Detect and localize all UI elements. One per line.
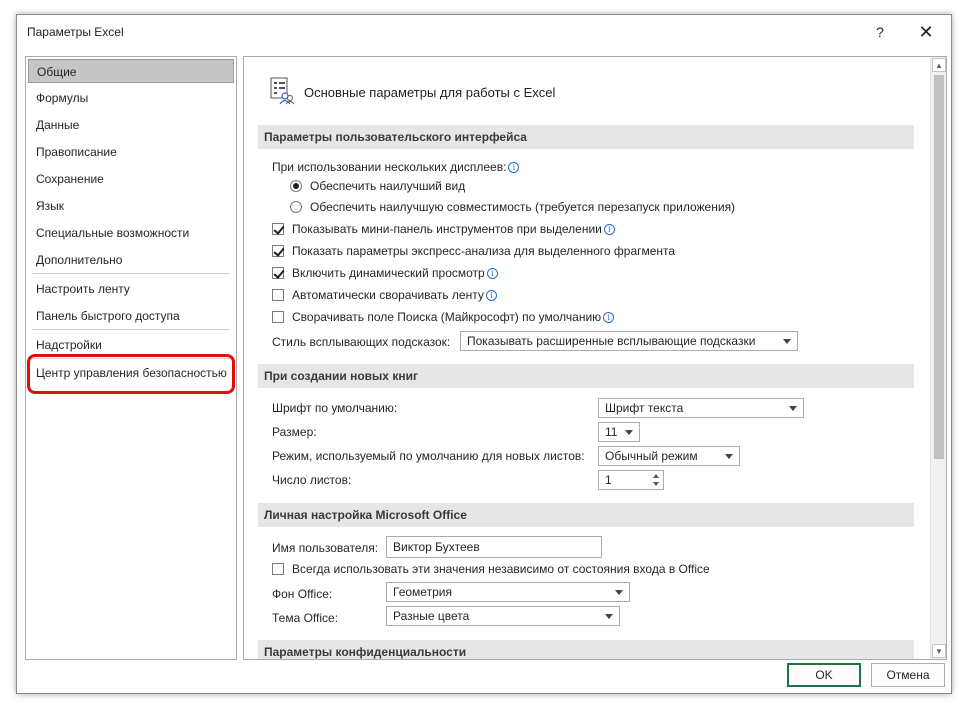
sheet-count-stepper[interactable]: 1 <box>598 470 664 490</box>
username-input[interactable]: Виктор Бухтеев <box>386 536 602 558</box>
font-size-dropdown[interactable]: 11 <box>598 422 640 442</box>
spin-up-icon[interactable] <box>653 474 659 478</box>
info-icon: i <box>485 290 497 301</box>
section-ui-options: Параметры пользовательского интерфейса <box>258 125 914 149</box>
username-label: Имя пользователя: <box>272 541 379 555</box>
chevron-down-icon <box>605 614 613 619</box>
help-button[interactable]: ? <box>867 21 893 43</box>
scroll-down-icon[interactable]: ▼ <box>932 644 946 658</box>
section-new-workbooks: При создании новых книг <box>258 364 914 388</box>
nav-divider <box>32 273 230 274</box>
office-background-dropdown[interactable]: Геометрия <box>386 582 630 602</box>
chevron-down-icon <box>789 406 797 411</box>
font-size-value: 11 <box>605 425 618 439</box>
default-view-value: Обычный режим <box>605 449 698 463</box>
close-button[interactable]: ✕ <box>913 21 939 43</box>
tooltip-style-label: Стиль всплывающих подсказок: <box>272 335 451 349</box>
chevron-down-icon <box>625 430 633 435</box>
nav-item-customize-ribbon[interactable]: Настроить ленту <box>26 277 236 301</box>
tooltip-style-value: Показывать расширенные всплывающие подск… <box>467 334 756 348</box>
checkbox-collapse-ribbon[interactable] <box>272 289 284 301</box>
live-preview-label: Включить динамический просмотр i <box>292 266 498 280</box>
nav-item-proofing[interactable]: Правописание <box>26 140 236 164</box>
general-options-icon <box>270 77 295 105</box>
dialog-title: Параметры Excel <box>27 25 124 39</box>
default-font-dropdown[interactable]: Шрифт текста <box>598 398 804 418</box>
checkbox-always-use-values[interactable] <box>272 563 284 575</box>
multi-display-label-text: При использовании нескольких дисплеев: <box>272 160 507 174</box>
spin-down-icon[interactable] <box>653 482 659 486</box>
mini-toolbar-label: Показывать мини-панель инструментов при … <box>292 222 615 236</box>
collapse-ribbon-text: Автоматически сворачивать ленту <box>292 288 484 302</box>
page-title: Основные параметры для работы с Excel <box>304 85 556 100</box>
info-icon: i <box>603 224 615 235</box>
tooltip-style-dropdown[interactable]: Показывать расширенные всплывающие подск… <box>460 331 798 351</box>
chevron-down-icon <box>725 454 733 459</box>
trust-center-highlight <box>27 354 235 394</box>
collapse-search-text: Сворачивать поле Поиска (Майкрософт) по … <box>292 310 602 324</box>
radio-best-appearance[interactable] <box>290 180 302 192</box>
title-bar: Параметры Excel ? ✕ <box>17 15 951 49</box>
mini-toolbar-text: Показывать мини-панель инструментов при … <box>292 222 602 236</box>
scrollbar-thumb[interactable] <box>934 75 944 459</box>
radio-compatibility-label: Обеспечить наилучшую совместимость (треб… <box>310 200 736 214</box>
ok-button[interactable]: OK <box>787 663 861 687</box>
nav-item-accessibility[interactable]: Специальные возможности <box>26 221 236 245</box>
chevron-down-icon <box>783 339 791 344</box>
section-privacy-settings: Параметры конфиденциальности <box>258 640 914 659</box>
collapse-search-label: Сворачивать поле Поиска (Майкрософт) по … <box>292 310 615 324</box>
default-view-label: Режим, используемый по умолчанию для нов… <box>272 449 585 463</box>
nav-item-formulas[interactable]: Формулы <box>26 86 236 110</box>
office-background-label: Фон Office: <box>272 587 333 601</box>
default-view-dropdown[interactable]: Обычный режим <box>598 446 740 466</box>
nav-item-data[interactable]: Данные <box>26 113 236 137</box>
cancel-button[interactable]: Отмена <box>871 663 945 687</box>
default-font-label: Шрифт по умолчанию: <box>272 401 398 415</box>
scroll-up-icon[interactable]: ▲ <box>932 58 946 72</box>
chevron-down-icon <box>615 590 623 595</box>
live-preview-text: Включить динамический просмотр <box>292 266 485 280</box>
nav-item-quick-access-toolbar[interactable]: Панель быстрого доступа <box>26 304 236 328</box>
office-background-value: Геометрия <box>393 585 452 599</box>
font-size-label: Размер: <box>272 425 317 439</box>
vertical-scrollbar[interactable]: ▲ ▼ <box>930 57 946 659</box>
general-options-pane: Основные параметры для работы с Excel Па… <box>243 56 947 660</box>
info-icon: i <box>486 268 498 279</box>
radio-compatibility[interactable] <box>290 201 302 213</box>
office-theme-dropdown[interactable]: Разные цвета <box>386 606 620 626</box>
checkbox-collapse-search[interactable] <box>272 311 284 323</box>
multi-display-label: При использовании нескольких дисплеев: i <box>272 160 520 174</box>
default-font-value: Шрифт текста <box>605 401 684 415</box>
checkbox-live-preview[interactable] <box>272 267 284 279</box>
info-icon: i <box>508 162 520 173</box>
office-theme-value: Разные цвета <box>393 609 470 623</box>
checkbox-quick-analysis[interactable] <box>272 245 284 257</box>
nav-item-general[interactable]: Общие <box>28 59 234 83</box>
info-icon: i <box>603 312 615 323</box>
office-theme-label: Тема Office: <box>272 611 339 625</box>
nav-item-language[interactable]: Язык <box>26 194 236 218</box>
nav-item-save[interactable]: Сохранение <box>26 167 236 191</box>
excel-options-dialog: Параметры Excel ? ✕ Общие Формулы Данные… <box>16 14 952 694</box>
checkbox-mini-toolbar[interactable] <box>272 223 284 235</box>
quick-analysis-label: Показать параметры экспресс-анализа для … <box>292 244 676 258</box>
radio-best-appearance-label: Обеспечить наилучший вид <box>310 179 466 193</box>
always-use-values-label: Всегда использовать эти значения независ… <box>292 562 710 576</box>
section-personalize-office: Личная настройка Microsoft Office <box>258 503 914 527</box>
collapse-ribbon-label: Автоматически сворачивать ленту i <box>292 288 497 302</box>
sheet-count-value: 1 <box>605 473 612 487</box>
nav-item-advanced[interactable]: Дополнительно <box>26 248 236 272</box>
sheet-count-label: Число листов: <box>272 473 352 487</box>
nav-divider <box>32 329 230 330</box>
